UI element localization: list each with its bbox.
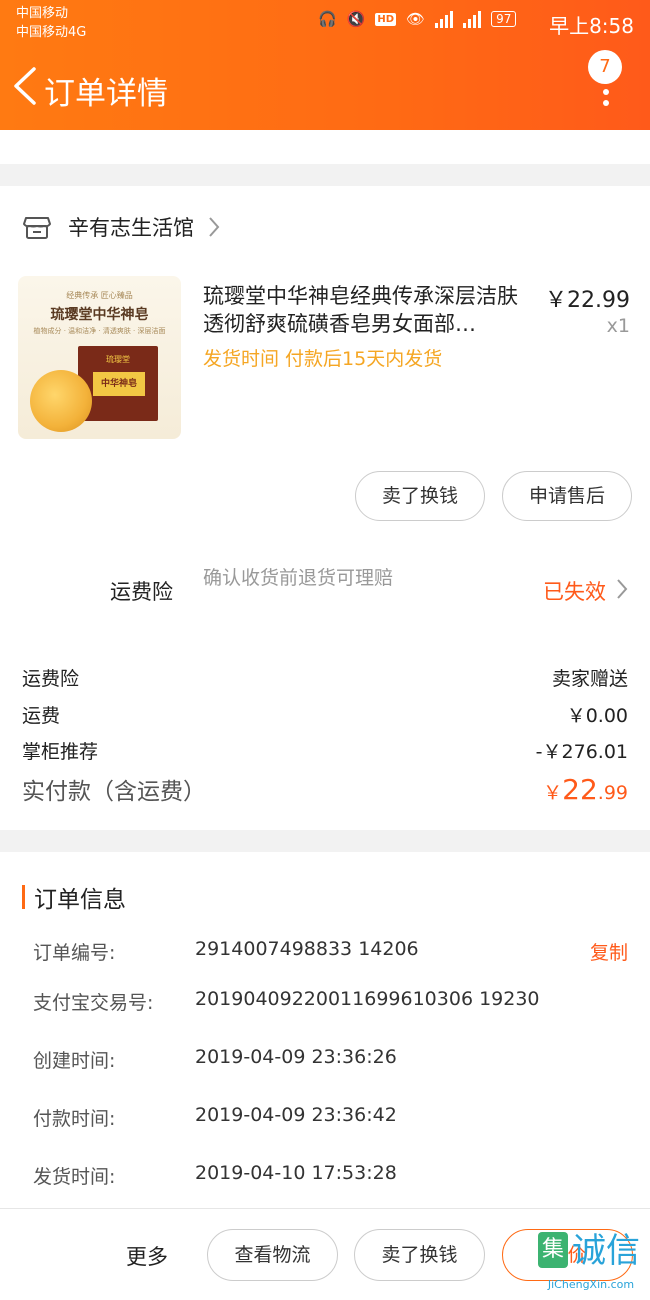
carrier-info: 中国移动 中国移动4G — [16, 4, 86, 42]
insurance-desc: 确认收货前退货可理赔 — [203, 567, 394, 589]
info-key: 发货时间: — [33, 1166, 116, 1188]
shop-icon — [23, 217, 51, 239]
info-key: 付款时间: — [33, 1108, 116, 1130]
info-value: 2914007498833 14206 — [195, 938, 419, 960]
insurance-status[interactable]: 已失效 — [543, 576, 606, 606]
section-accent-bar — [22, 885, 25, 909]
sell-button[interactable]: 卖了换钱 — [355, 471, 485, 521]
battery-icon: 97 — [491, 11, 517, 27]
mute-icon: 🔇 — [346, 10, 366, 28]
thumb-brand: 琉璎堂中华神皂 — [50, 307, 149, 323]
shop-name: 辛有志生活馆 — [68, 216, 194, 240]
info-value: 2019-04-09 23:36:26 — [195, 1046, 397, 1068]
fee-row: 运费险 卖家赠送 — [22, 664, 628, 691]
signal-4g-icon — [463, 10, 482, 28]
total-amount: ￥22.99 — [543, 773, 628, 806]
watermark-logo: 集 — [538, 1232, 568, 1268]
info-key: 订单编号: — [33, 942, 116, 964]
thumb-subtitle: 植物成分 · 温和洁净 · 清透爽肤 · 深层洁面 — [33, 327, 166, 335]
info-key: 支付宝交易号: — [33, 992, 154, 1014]
info-value: 2019-04-09 23:36:42 — [195, 1104, 397, 1126]
top-strip — [0, 130, 650, 164]
order-info-title: 订单信息 — [34, 887, 126, 913]
total-integer: 22 — [562, 773, 598, 806]
more-button[interactable]: 更多 — [126, 1241, 168, 1271]
order-info-section: 订单信息 复制 订单编号: 2914007498833 14206 支付宝交易号… — [0, 852, 650, 1208]
page-title: 订单详情 — [44, 76, 168, 112]
fee-row: 掌柜推荐 -￥276.01 — [22, 737, 628, 764]
soap-bar — [30, 370, 92, 432]
order-info-header: 订单信息 — [22, 880, 126, 914]
product-quantity: x1 — [606, 315, 630, 337]
total-decimal: .99 — [597, 782, 628, 804]
product-price: ￥22.99 — [545, 288, 630, 313]
info-key: 创建时间: — [33, 1050, 116, 1072]
info-value: 2019-04-10 17:53:28 — [195, 1162, 397, 1184]
app-header: 中国移动 中国移动4G 🎧 🔇 HD 👁 97 早上8:58 订单详情 7 — [0, 0, 650, 130]
status-clock: 早上8:58 — [549, 14, 634, 38]
view-logistics-button[interactable]: 查看物流 — [207, 1229, 338, 1281]
headphones-icon: 🎧 — [318, 10, 337, 28]
info-value: 20190409220011699610306 19230 — [195, 988, 540, 1010]
fee-label: 运费 — [22, 705, 61, 727]
chevron-right-icon — [209, 217, 220, 237]
watermark-url: JiChengXin.com — [547, 1278, 635, 1291]
back-arrow-icon[interactable] — [12, 66, 38, 106]
more-dots-icon — [603, 78, 609, 111]
box-brand: 琉璎堂 — [106, 355, 130, 364]
watermark-chars: 诚信 — [572, 1231, 640, 1271]
chevron-right-icon[interactable] — [616, 578, 628, 600]
total-currency: ￥ — [543, 782, 563, 804]
more-menu-button[interactable]: 7 — [588, 50, 624, 110]
copy-button[interactable]: 复制 — [590, 938, 628, 965]
hd-icon: HD — [375, 12, 397, 26]
product-title[interactable]: 琉璎堂中华神皂经典传承深层洁肤透彻舒爽硫磺香皂男女面部… — [203, 282, 533, 338]
shop-row[interactable]: 辛有志生活馆 — [22, 212, 220, 242]
fee-label: 运费险 — [22, 668, 80, 690]
thumb-tagline: 经典传承 匠心臻品 — [66, 291, 133, 300]
fee-label: 掌柜推荐 — [22, 741, 99, 763]
after-sale-button[interactable]: 申请售后 — [502, 471, 632, 521]
status-icons: 🎧 🔇 HD 👁 97 — [318, 10, 517, 28]
signal-icon — [435, 10, 454, 28]
status-bar: 中国移动 中国移动4G 🎧 🔇 HD 👁 97 早上8:58 — [0, 0, 650, 46]
carrier-secondary: 中国移动4G — [16, 25, 87, 40]
watermark: 集 诚信 JiChengXin.com — [532, 1228, 650, 1300]
eye-icon: 👁 — [406, 10, 426, 28]
total-label: 实付款（含运费） — [22, 779, 206, 805]
sell-button[interactable]: 卖了换钱 — [354, 1229, 485, 1281]
fee-value: ￥0.00 — [566, 705, 628, 727]
insurance-label: 运费险 — [110, 580, 173, 604]
shipping-note: 发货时间 付款后15天内发货 — [203, 348, 443, 370]
fee-value: -￥276.01 — [535, 741, 628, 763]
fee-row: 运费 ￥0.00 — [22, 701, 628, 728]
fee-value: 卖家赠送 — [551, 668, 628, 690]
product-thumbnail[interactable]: 经典传承 匠心臻品 琉璎堂中华神皂 植物成分 · 温和洁净 · 清透爽肤 · 深… — [18, 276, 181, 439]
box-label: 中华神皂 — [93, 372, 145, 396]
carrier-primary: 中国移动 — [16, 6, 69, 21]
total-row: 实付款（含运费） ￥22.99 — [22, 772, 628, 806]
